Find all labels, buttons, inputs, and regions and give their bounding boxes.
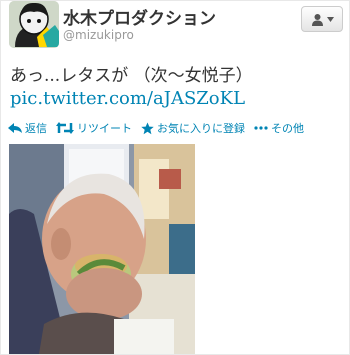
user-icon [311, 13, 323, 26]
favorite-label: お気に入りに登録 [157, 122, 245, 135]
photo-image [9, 144, 195, 354]
dots-icon [254, 126, 268, 130]
tweet-photo-link[interactable]: pic.twitter.com/aJASZoKL [10, 88, 245, 109]
more-button[interactable]: その他 [254, 120, 304, 136]
chevron-down-icon [326, 16, 334, 22]
avatar-image [9, 1, 59, 48]
avatar[interactable] [9, 1, 59, 48]
reply-arrow-icon [8, 123, 22, 133]
more-label: その他 [271, 122, 304, 135]
tweet-text: あっ...レタスが （次～女悦子） [10, 66, 253, 86]
screen-name[interactable]: @mizukipro [63, 28, 134, 42]
star-icon [141, 122, 154, 134]
follow-button[interactable] [301, 6, 343, 32]
tweet-card: 水木プロダクション @mizukipro あっ...レタスが （次～女悦子） p… [0, 0, 350, 355]
tweet-photo[interactable] [9, 144, 195, 354]
reply-label: 返信 [25, 122, 47, 135]
favorite-button[interactable]: お気に入りに登録 [141, 120, 245, 136]
display-name[interactable]: 水木プロダクション [63, 4, 216, 29]
retweet-icon [56, 122, 74, 134]
retweet-button[interactable]: リツイート [56, 120, 132, 136]
tweet-actions: 返信 リツイート お気に入りに登録 その他 [8, 119, 313, 137]
retweet-label: リツイート [77, 122, 132, 135]
reply-button[interactable]: 返信 [8, 120, 47, 136]
